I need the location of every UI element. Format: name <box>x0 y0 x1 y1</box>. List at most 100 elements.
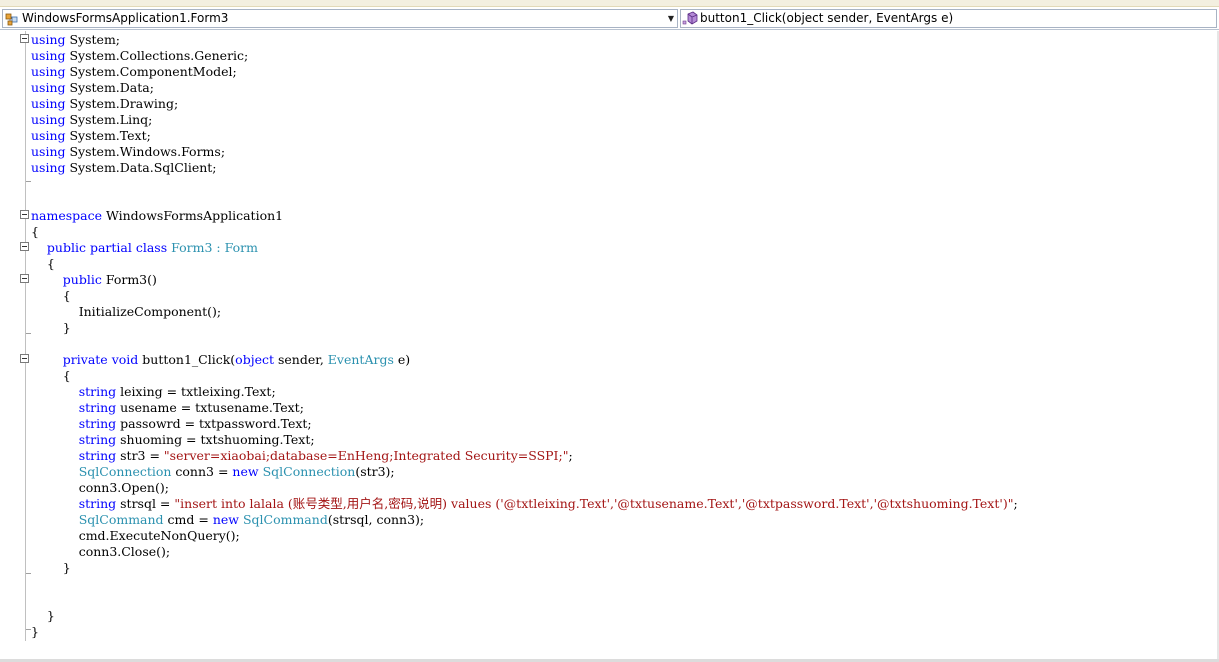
code-line[interactable]: public Form3() <box>31 272 1018 288</box>
code-line[interactable]: using System.Text; <box>31 128 1018 144</box>
keyword-token: object <box>235 352 274 367</box>
keyword-token: using <box>31 48 66 63</box>
keyword-token: using <box>31 80 66 95</box>
code-line[interactable]: } <box>31 624 1018 640</box>
type-token: SqlConnection <box>78 464 172 479</box>
collapse-constructor-icon[interactable] <box>20 274 29 283</box>
code-line[interactable]: { <box>31 368 1018 384</box>
code-line[interactable] <box>31 576 1018 592</box>
code-line[interactable]: string usename = txtusename.Text; <box>31 400 1018 416</box>
code-token: { <box>46 256 55 271</box>
code-line[interactable]: using System.Drawing; <box>31 96 1018 112</box>
code-line[interactable]: string strsql = "insert into lalala (账号类… <box>31 496 1018 512</box>
code-line[interactable]: conn3.Open(); <box>31 480 1018 496</box>
code-line[interactable]: } <box>31 320 1018 336</box>
code-line[interactable]: using System.ComponentModel; <box>31 64 1018 80</box>
code-line[interactable] <box>31 176 1018 192</box>
keyword-token: string <box>78 448 117 463</box>
code-line[interactable]: SqlConnection conn3 = new SqlConnection(… <box>31 464 1018 480</box>
code-token: } <box>31 624 39 639</box>
code-line[interactable]: string passowrd = txtpassword.Text; <box>31 416 1018 432</box>
keyword-token: using <box>31 96 66 111</box>
code-line[interactable]: { <box>31 288 1018 304</box>
collapse-using-icon[interactable] <box>20 34 29 43</box>
type-token: : <box>212 240 225 255</box>
code-token: Form3() <box>101 272 157 287</box>
code-line[interactable] <box>31 592 1018 608</box>
code-line[interactable]: private void button1_Click(object sender… <box>31 352 1018 368</box>
class-icon <box>5 13 18 25</box>
type-token: SqlCommand <box>242 512 328 527</box>
code-token: } <box>62 560 71 575</box>
keyword-token: public <box>46 240 86 255</box>
code-text[interactable]: using System; using System.Collections.Ge… <box>31 31 1018 640</box>
code-token: System.Drawing; <box>65 96 179 111</box>
code-line[interactable]: cmd.ExecuteNonQuery(); <box>31 528 1018 544</box>
code-line[interactable]: InitializeComponent(); <box>31 304 1018 320</box>
collapse-class-icon[interactable] <box>20 242 29 251</box>
code-token: System.Data.SqlClient; <box>65 160 217 175</box>
type-token: SqlConnection <box>262 464 356 479</box>
type-token: EventArgs <box>327 352 394 367</box>
code-line[interactable]: string str3 = "server=xiaobai;database=E… <box>31 448 1018 464</box>
code-token: ; <box>1013 496 1018 511</box>
code-line[interactable] <box>31 336 1018 352</box>
code-line[interactable]: using System.Collections.Generic; <box>31 48 1018 64</box>
code-token: { <box>62 368 71 383</box>
type-token: SqlCommand <box>78 512 164 527</box>
collapse-method-icon[interactable] <box>20 354 29 363</box>
code-line[interactable]: { <box>31 224 1018 240</box>
code-editor[interactable]: using System; using System.Collections.Ge… <box>0 31 1219 659</box>
code-line[interactable]: } <box>31 560 1018 576</box>
code-line[interactable]: using System.Linq; <box>31 112 1018 128</box>
code-token: System; <box>65 32 121 47</box>
code-token: System.Data; <box>65 80 154 95</box>
code-token: System.Windows.Forms; <box>65 144 226 159</box>
code-line[interactable] <box>31 192 1018 208</box>
code-line[interactable]: SqlCommand cmd = new SqlCommand(strsql, … <box>31 512 1018 528</box>
member-dropdown[interactable]: button1_Click(object sender, EventArgs e… <box>680 9 1217 28</box>
code-token: cmd.ExecuteNonQuery(); <box>78 528 240 543</box>
code-line[interactable]: using System.Data; <box>31 80 1018 96</box>
string-token: "insert into lalala (账号类型,用户名,密码,说明) val… <box>174 496 1014 511</box>
keyword-token: private <box>62 352 108 367</box>
code-line[interactable]: } <box>31 608 1018 624</box>
keyword-token: string <box>78 384 117 399</box>
keyword-token: new <box>232 464 259 479</box>
code-token: leixing = txtleixing.Text; <box>116 384 276 399</box>
code-line[interactable]: string leixing = txtleixing.Text; <box>31 384 1018 400</box>
class-dropdown-label: WindowsFormsApplication1.Form3 <box>22 11 229 25</box>
code-line[interactable]: string shuoming = txtshuoming.Text; <box>31 432 1018 448</box>
type-token: Form <box>224 240 258 255</box>
code-line[interactable]: conn3.Close(); <box>31 544 1018 560</box>
code-line[interactable]: public partial class Form3 : Form <box>31 240 1018 256</box>
keyword-token: using <box>31 112 66 127</box>
class-dropdown[interactable]: WindowsFormsApplication1.Form3 ▼ <box>2 9 678 28</box>
collapse-namespace-icon[interactable] <box>20 210 29 219</box>
chevron-down-icon[interactable]: ▼ <box>665 10 677 27</box>
code-token: } <box>46 608 55 623</box>
code-line[interactable]: { <box>31 256 1018 272</box>
code-token: System.Collections.Generic; <box>65 48 249 63</box>
code-line[interactable]: namespace WindowsFormsApplication1 <box>31 208 1018 224</box>
code-line[interactable]: using System.Data.SqlClient; <box>31 160 1018 176</box>
code-token: InitializeComponent(); <box>78 304 222 319</box>
code-token: conn3.Open(); <box>78 480 169 495</box>
code-token: ; <box>568 448 573 463</box>
code-line[interactable]: using System; <box>31 32 1018 48</box>
code-line[interactable]: using System.Windows.Forms; <box>31 144 1018 160</box>
code-token: button1_Click( <box>138 352 236 367</box>
